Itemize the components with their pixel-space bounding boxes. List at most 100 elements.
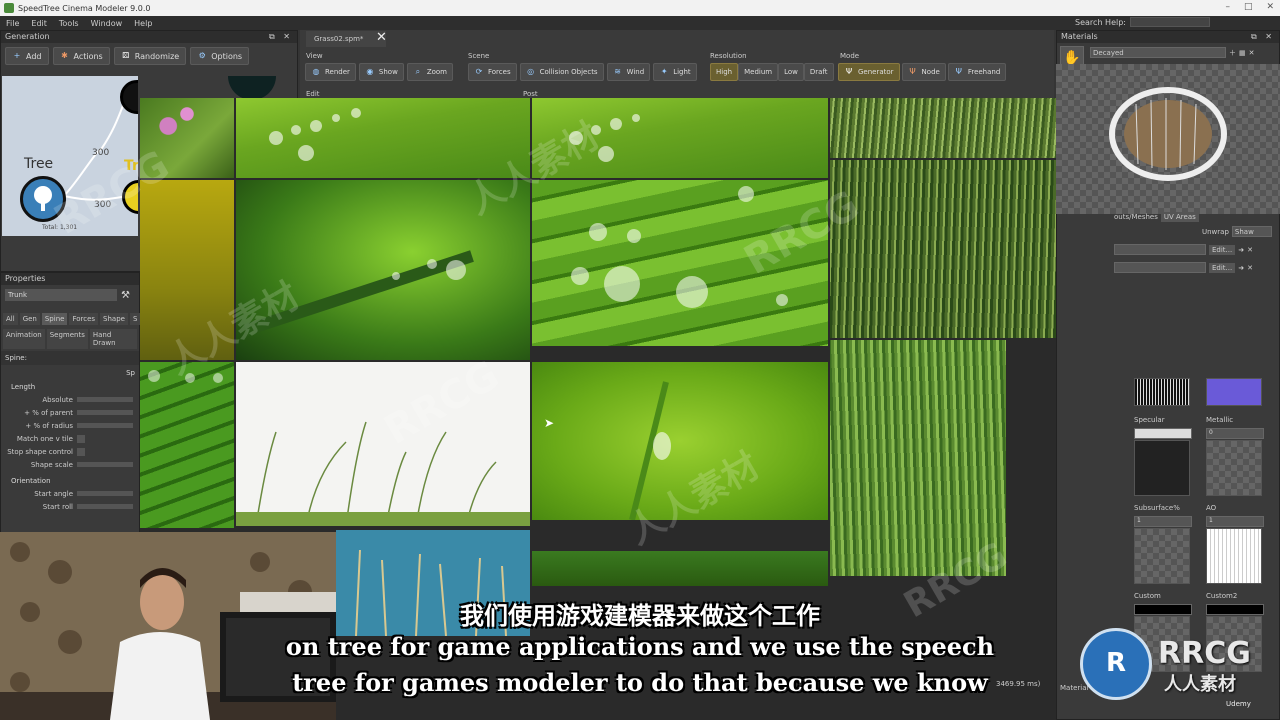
resolution-draft-button[interactable]: Draft	[803, 63, 834, 81]
tab-shape[interactable]: Shape	[100, 313, 128, 325]
maximize-button[interactable]: □	[1244, 2, 1253, 12]
forces-button[interactable]: ⟳ Forces	[468, 63, 517, 81]
prop-slider[interactable]	[77, 397, 133, 402]
prop-stop-shape[interactable]: Stop shape control	[1, 445, 139, 458]
prop-label: + % of parent	[24, 408, 73, 417]
specular-color[interactable]	[1134, 428, 1192, 439]
light-label: Light	[673, 68, 691, 76]
prop-start-angle[interactable]: Start angle	[1, 487, 139, 500]
search-help-input[interactable]	[1130, 17, 1210, 27]
arrow-right-icon[interactable]: ➜	[1238, 246, 1244, 254]
unwrap-select[interactable]: Shaw	[1231, 226, 1272, 237]
actions-button[interactable]: ✱ Actions	[52, 47, 110, 65]
tab-segments[interactable]: Segments	[46, 329, 88, 349]
close-window-button[interactable]: ✕	[1266, 2, 1274, 12]
menu-window[interactable]: Window	[85, 19, 129, 28]
material-add-icon[interactable]: ＋	[1229, 48, 1236, 58]
light-button[interactable]: ✦ Light	[653, 63, 697, 81]
generator-icon: Ψ	[845, 67, 853, 76]
add-button[interactable]: + Add	[5, 47, 49, 65]
tab-animation[interactable]: Animation	[3, 329, 45, 349]
zoom-label: Zoom	[426, 68, 447, 76]
mouse-cursor-icon: ➤	[544, 416, 555, 430]
metallic-thumb[interactable]	[1206, 440, 1262, 496]
tab-spine[interactable]: Spine	[41, 313, 68, 325]
view-group-label: View	[306, 52, 323, 60]
grass-texture-middle	[830, 160, 1066, 338]
tab-gen[interactable]: Gen	[19, 313, 40, 325]
small-drops	[148, 370, 223, 383]
material-grid-icon[interactable]: ▦	[1239, 49, 1246, 57]
prop-slider[interactable]	[77, 504, 133, 509]
tab-more[interactable]: S	[129, 313, 141, 325]
specular-thumb[interactable]	[1134, 440, 1190, 496]
prop-slider[interactable]	[77, 410, 133, 415]
scene-toolbar: ⟳ Forces ◎ Collision Objects ≋ Wind ✦ Light	[468, 63, 697, 83]
tab-forces[interactable]: Forces	[69, 313, 99, 325]
panel-header-buttons[interactable]: ⧉ ✕	[269, 31, 293, 43]
generator-mode-button[interactable]: Ψ Generator	[838, 63, 900, 81]
prop-checkbox[interactable]	[77, 447, 85, 456]
prop-match-tile[interactable]: Match one v tile	[1, 432, 139, 445]
blade-closeup-image	[140, 362, 234, 528]
menu-help[interactable]: Help	[128, 19, 158, 28]
freehand-mode-button[interactable]: Ψ Freehand	[947, 63, 1007, 81]
map-select-1[interactable]	[1114, 244, 1206, 255]
randomize-button[interactable]: ⚄ Randomize	[113, 47, 187, 65]
prop-slider[interactable]	[77, 423, 133, 428]
prop-absolute[interactable]: Absolute	[1, 393, 139, 406]
metallic-label: Metallic	[1206, 416, 1234, 424]
close-icon[interactable]: ✕	[1247, 264, 1253, 272]
material-delete-icon[interactable]: ✕	[1249, 49, 1255, 57]
menu-edit[interactable]: Edit	[25, 19, 53, 28]
render-button[interactable]: ◍ Render	[305, 63, 356, 81]
prop-label: Match one v tile	[16, 434, 73, 443]
subsurface-value[interactable]: 1	[1134, 516, 1192, 527]
close-icon[interactable]: ✕	[376, 30, 387, 45]
tab-all[interactable]: All	[3, 313, 18, 325]
arrow-right-icon[interactable]: ➜	[1238, 264, 1244, 272]
ao-value[interactable]: 1	[1206, 516, 1264, 527]
document-tab[interactable]: Grass02.spm*	[306, 31, 386, 47]
show-button[interactable]: ◉ Show	[358, 63, 404, 81]
ao-thumb[interactable]	[1206, 528, 1262, 584]
collision-objects-button[interactable]: ◎ Collision Objects	[519, 63, 604, 81]
resolution-high-button[interactable]: High	[710, 63, 739, 81]
menu-file[interactable]: File	[0, 19, 25, 28]
minimize-button[interactable]: –	[1225, 2, 1230, 12]
prop-pct-parent[interactable]: + % of parent	[1, 406, 139, 419]
edit-button-2[interactable]: Edit...	[1209, 262, 1236, 273]
tab-hand-drawn[interactable]: Hand Drawn	[89, 329, 137, 349]
material-select[interactable]: Decayed	[1090, 47, 1226, 58]
mode-toolbar: Ψ Generator Ψ Node Ψ Freehand	[838, 63, 1007, 83]
properties-object-field[interactable]: Trunk	[5, 289, 117, 301]
edit-button-1[interactable]: Edit...	[1209, 244, 1236, 255]
close-icon[interactable]: ✕	[1247, 246, 1253, 254]
zoom-button[interactable]: ⌕ Zoom	[406, 63, 453, 81]
prop-shape-scale[interactable]: Shape scale	[1, 458, 139, 471]
menu-tools[interactable]: Tools	[53, 19, 85, 28]
metallic-value[interactable]: 0	[1206, 428, 1264, 439]
resolution-medium-button[interactable]: Medium	[738, 63, 779, 81]
map-select-2[interactable]	[1114, 262, 1206, 273]
subsurface-thumb[interactable]	[1134, 528, 1190, 584]
panel-header-buttons[interactable]: ⧉ ✕	[1251, 31, 1275, 43]
wind-button[interactable]: ≋ Wind	[606, 63, 651, 81]
tab-meshes[interactable]: outs/Meshes	[1114, 213, 1158, 221]
prop-checkbox[interactable]	[77, 434, 85, 443]
normal-map-thumb-purple[interactable]	[1206, 378, 1262, 406]
tab-uv-areas[interactable]: UV Areas	[1160, 212, 1199, 222]
material-preview[interactable]	[1056, 64, 1280, 214]
prop-start-roll[interactable]: Start roll	[1, 500, 139, 513]
light-icon: ✦	[660, 67, 668, 76]
wrench-icon[interactable]: ⚒	[121, 290, 130, 301]
node-label: Node	[921, 68, 940, 76]
normal-map-thumb[interactable]	[1134, 378, 1190, 406]
prop-slider[interactable]	[77, 462, 133, 467]
options-button[interactable]: ⚙ Options	[190, 47, 250, 65]
resolution-low-button[interactable]: Low	[778, 63, 804, 81]
prop-slider[interactable]	[77, 491, 133, 496]
prop-label: Absolute	[42, 395, 73, 404]
prop-pct-radius[interactable]: + % of radius	[1, 419, 139, 432]
node-mode-button[interactable]: Ψ Node	[901, 63, 946, 81]
